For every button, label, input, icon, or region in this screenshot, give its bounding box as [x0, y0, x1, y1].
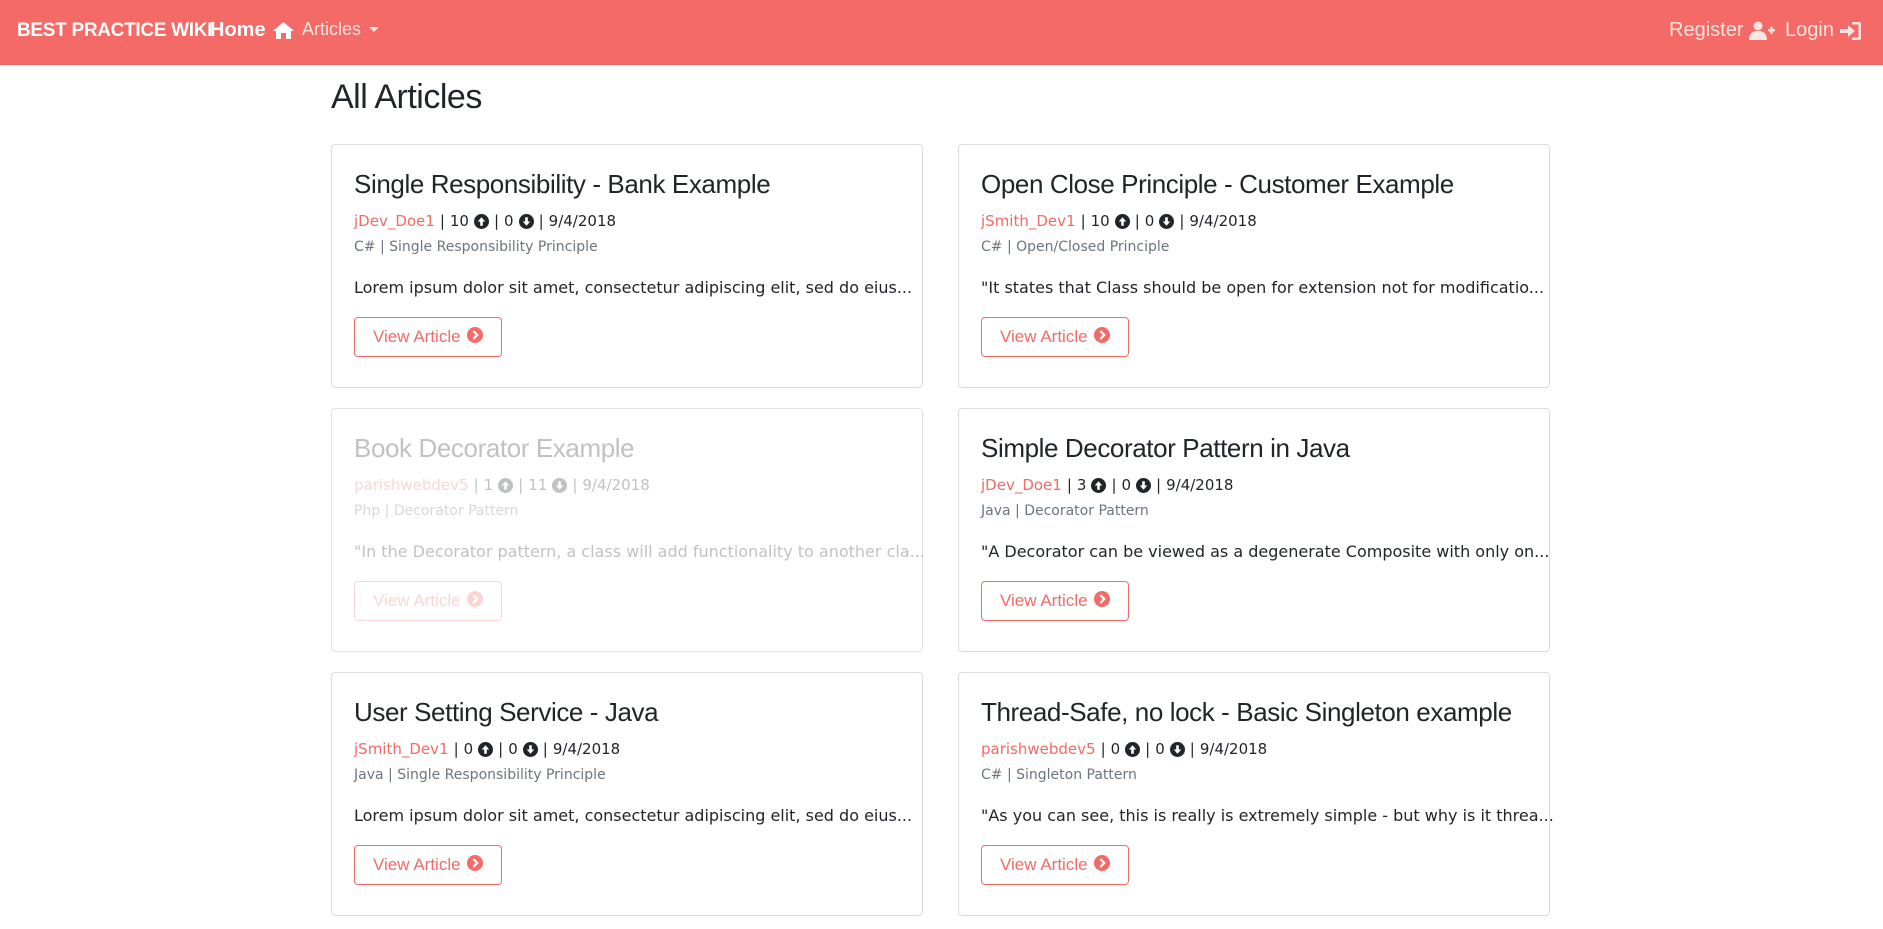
upvote-count: 0 — [1110, 740, 1121, 758]
sign-in-icon — [1839, 21, 1862, 41]
caret-down-icon — [369, 27, 380, 32]
view-article-button[interactable]: View Article — [981, 845, 1129, 885]
article-excerpt: Lorem ipsum dolor sit amet, consectetur … — [354, 806, 913, 825]
downvote-icon[interactable] — [518, 213, 534, 229]
article-author[interactable]: parishwebdev5 — [354, 476, 469, 494]
article-excerpt: Lorem ipsum dolor sit amet, consectetur … — [354, 278, 913, 297]
upvote-count: 10 — [1090, 212, 1110, 230]
nav-articles-label: Articles — [302, 19, 362, 39]
chevron-circle-right-icon — [1093, 326, 1110, 348]
article-date: 9/4/2018 — [1166, 476, 1234, 494]
downvote-count: 0 — [1121, 476, 1132, 494]
downvote-icon[interactable] — [1169, 741, 1185, 757]
article-category: Java | Single Responsibility Principle — [354, 767, 606, 783]
article-author[interactable]: parishwebdev5 — [981, 740, 1096, 758]
article-card: Simple Decorator Pattern in Java jDev_Do… — [958, 408, 1550, 652]
upvote-icon[interactable] — [498, 477, 514, 493]
downvote-count: 0 — [1155, 740, 1165, 758]
brand-link[interactable]: BEST PRACTICE WIKI — [17, 20, 212, 42]
downvote-count: 0 — [508, 740, 518, 758]
article-category: C# | Open/Closed Principle — [981, 239, 1170, 255]
view-article-button[interactable]: View Article — [981, 317, 1129, 357]
article-card: User Setting Service - Java jSmith_Dev1 … — [331, 672, 923, 916]
article-date: 9/4/2018 — [552, 740, 621, 758]
nav-home-label: Home — [210, 19, 266, 41]
view-article-label: View Article — [373, 591, 461, 610]
upvote-count: 3 — [1076, 476, 1087, 494]
upvote-icon[interactable] — [1091, 477, 1107, 493]
nav-login-link[interactable]: Login — [1785, 19, 1862, 42]
chevron-circle-right-icon — [1093, 590, 1110, 612]
article-date: 9/4/2018 — [1199, 740, 1268, 758]
nav-login-label: Login — [1785, 19, 1834, 41]
chevron-circle-right-icon — [466, 590, 483, 612]
downvote-icon[interactable] — [1159, 213, 1175, 229]
article-meta: jDev_Doe1 | 3 | 0 | 9/4/2018 — [981, 476, 1234, 494]
downvote-icon[interactable] — [552, 477, 568, 493]
article-author[interactable]: jSmith_Dev1 — [981, 212, 1076, 230]
article-title: User Setting Service - Java — [354, 697, 659, 727]
article-title: Open Close Principle - Customer Example — [981, 169, 1454, 199]
nav-register-label: Register — [1669, 19, 1744, 41]
page-title: All Articles — [331, 78, 482, 116]
nav-register-link[interactable]: Register — [1669, 19, 1776, 42]
article-card: Open Close Principle - Customer Example … — [958, 144, 1550, 388]
upvote-icon[interactable] — [1125, 741, 1141, 757]
article-author[interactable]: jDev_Doe1 — [981, 476, 1062, 494]
article-meta: parishwebdev5 | 1 | 11 | 9/4/2018 — [354, 476, 650, 494]
view-article-button[interactable]: View Article — [354, 845, 502, 885]
upvote-count: 10 — [449, 212, 469, 230]
user-plus-icon — [1749, 21, 1776, 41]
nav-home-link[interactable]: Home — [210, 19, 295, 42]
article-meta: jSmith_Dev1 | 0 | 0 | 9/4/2018 — [354, 740, 621, 758]
article-date: 9/4/2018 — [582, 476, 650, 494]
view-article-label: View Article — [1000, 327, 1088, 346]
article-title: Book Decorator Example — [354, 433, 635, 463]
downvote-count: 0 — [1144, 212, 1155, 230]
article-author[interactable]: jDev_Doe1 — [354, 212, 435, 230]
article-meta: parishwebdev5 | 0 | 0 | 9/4/2018 — [981, 740, 1268, 758]
downvote-icon[interactable] — [522, 741, 538, 757]
chevron-circle-right-icon — [466, 854, 483, 876]
article-excerpt: "In the Decorator pattern, a class will … — [354, 542, 925, 561]
upvote-icon[interactable] — [473, 213, 489, 229]
chevron-circle-right-icon — [466, 326, 483, 348]
article-excerpt: "It states that Class should be open for… — [981, 278, 1545, 297]
article-category: Java | Decorator Pattern — [981, 503, 1149, 519]
article-title: Thread-Safe, no lock - Basic Singleton e… — [981, 697, 1512, 727]
view-article-button[interactable]: View Article — [981, 581, 1129, 621]
article-author[interactable]: jSmith_Dev1 — [354, 740, 449, 758]
navbar: BEST PRACTICE WIKI Home Articles Registe… — [0, 0, 1883, 65]
view-article-button[interactable]: View Article — [354, 581, 502, 621]
view-article-label: View Article — [1000, 855, 1088, 874]
home-icon — [272, 21, 295, 40]
nav-articles-dropdown[interactable]: Articles — [302, 19, 380, 40]
view-article-button[interactable]: View Article — [354, 317, 502, 357]
article-category: Php | Decorator Pattern — [354, 503, 519, 519]
article-card: Single Responsibility - Bank Example jDe… — [331, 144, 923, 388]
article-date: 9/4/2018 — [548, 212, 617, 230]
article-card: Book Decorator Example parishwebdev5 | 1… — [331, 408, 925, 652]
chevron-circle-right-icon — [1093, 854, 1110, 876]
article-meta: jDev_Doe1 | 10 | 0 | 9/4/2018 — [354, 212, 617, 230]
upvote-count: 1 — [483, 476, 494, 494]
view-article-label: View Article — [373, 855, 461, 874]
view-article-label: View Article — [1000, 591, 1088, 610]
article-title: Single Responsibility - Bank Example — [354, 169, 771, 199]
article-excerpt: "As you can see, this is really is extre… — [981, 806, 1554, 825]
article-date: 9/4/2018 — [1189, 212, 1257, 230]
article-excerpt: "A Decorator can be viewed as a degenera… — [981, 542, 1550, 561]
view-article-label: View Article — [373, 327, 461, 346]
upvote-icon[interactable] — [1114, 213, 1130, 229]
article-category: C# | Single Responsibility Principle — [354, 239, 598, 255]
article-title: Simple Decorator Pattern in Java — [981, 433, 1350, 463]
downvote-count: 0 — [504, 212, 514, 230]
article-card: Thread-Safe, no lock - Basic Singleton e… — [958, 672, 1554, 916]
article-meta: jSmith_Dev1 | 10 | 0 | 9/4/2018 — [981, 212, 1257, 230]
downvote-icon[interactable] — [1136, 477, 1152, 493]
article-category: C# | Singleton Pattern — [981, 767, 1137, 783]
upvote-count: 0 — [463, 740, 474, 758]
downvote-count: 11 — [528, 476, 548, 494]
upvote-icon[interactable] — [478, 741, 494, 757]
